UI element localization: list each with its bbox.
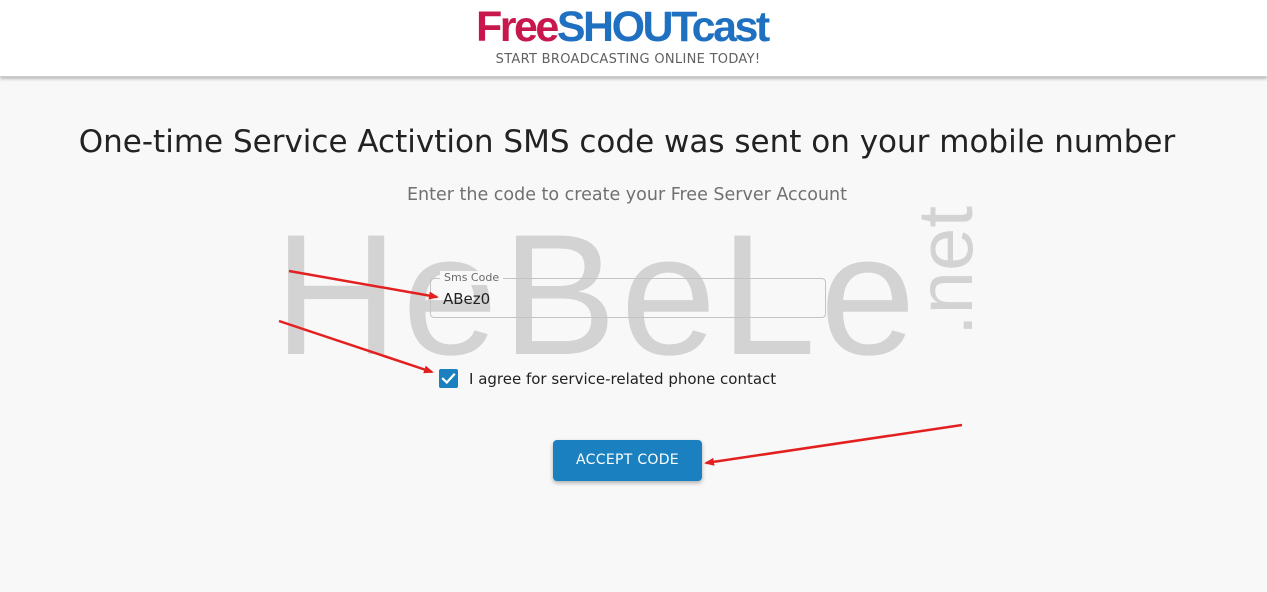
sms-code-label: Sms Code — [440, 271, 504, 285]
checkmark-icon — [441, 373, 456, 385]
logo-tagline: START BROADCASTING ONLINE TODAY! — [495, 52, 761, 67]
freeshoutcast-logo[interactable]: FreeSHOUTcast — [476, 4, 780, 50]
arrow-to-checkbox — [278, 319, 434, 374]
page-subtitle: Enter the code to create your Free Serve… — [406, 185, 848, 205]
watermark-suffix: .net — [901, 206, 989, 364]
sms-code-field[interactable]: Sms Code — [430, 271, 826, 318]
accept-code-button[interactable]: ACCEPT CODE — [553, 440, 702, 481]
arrow-to-accept-button — [704, 423, 963, 466]
sms-code-input[interactable] — [443, 288, 813, 310]
watermark-suffix-text: .net — [901, 205, 989, 336]
site-header: FreeSHOUTcast START BROADCASTING ONLINE … — [0, 0, 1267, 77]
page-title: One-time Service Activtion SMS code was … — [78, 124, 1176, 160]
agree-checkbox[interactable] — [439, 369, 458, 388]
logo-shout-text: SHOUT — [556, 3, 694, 51]
agree-checkbox-label: I agree for service-related phone contac… — [469, 370, 777, 388]
logo-cast-text: cast — [691, 3, 771, 51]
arrow-to-sms-field — [288, 269, 439, 300]
logo-free-text: Free — [476, 3, 559, 51]
